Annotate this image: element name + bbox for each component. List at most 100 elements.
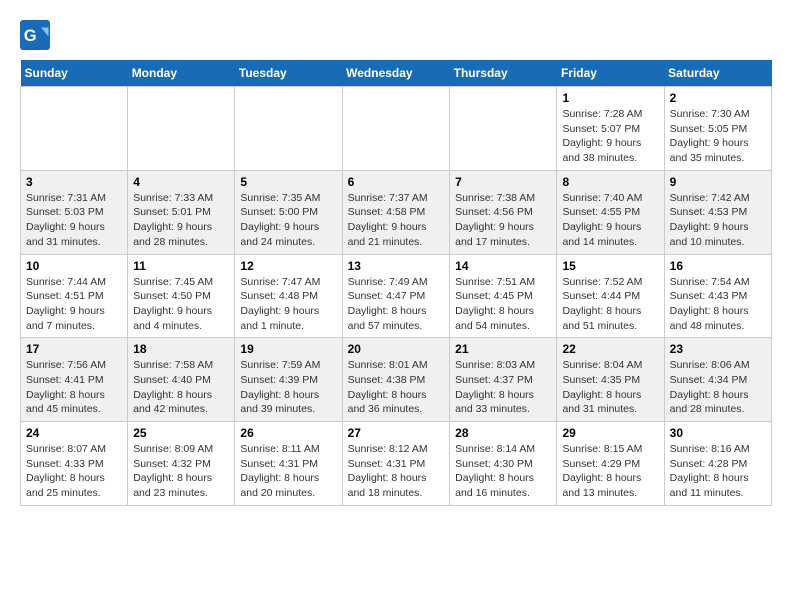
week-row-2: 3 Sunrise: 7:31 AM Sunset: 5:03 PM Daylig… <box>21 170 772 254</box>
day-info: Sunrise: 7:58 AM Sunset: 4:40 PM Dayligh… <box>133 358 229 417</box>
day-info: Sunrise: 8:14 AM Sunset: 4:30 PM Dayligh… <box>455 442 551 501</box>
day-number: 22 <box>562 342 658 356</box>
day-cell: 26 Sunrise: 8:11 AM Sunset: 4:31 PM Dayli… <box>235 422 342 506</box>
day-cell <box>342 87 450 171</box>
day-info: Sunrise: 7:40 AM Sunset: 4:55 PM Dayligh… <box>562 191 658 250</box>
day-cell: 18 Sunrise: 7:58 AM Sunset: 4:40 PM Dayli… <box>128 338 235 422</box>
weekday-sunday: Sunday <box>21 60 128 87</box>
day-info: Sunrise: 7:56 AM Sunset: 4:41 PM Dayligh… <box>26 358 122 417</box>
day-number: 10 <box>26 259 122 273</box>
logo-icon: G <box>20 20 50 50</box>
weekday-monday: Monday <box>128 60 235 87</box>
day-number: 17 <box>26 342 122 356</box>
day-info: Sunrise: 8:03 AM Sunset: 4:37 PM Dayligh… <box>455 358 551 417</box>
day-info: Sunrise: 8:16 AM Sunset: 4:28 PM Dayligh… <box>670 442 766 501</box>
day-info: Sunrise: 7:59 AM Sunset: 4:39 PM Dayligh… <box>240 358 336 417</box>
day-cell: 17 Sunrise: 7:56 AM Sunset: 4:41 PM Dayli… <box>21 338 128 422</box>
day-info: Sunrise: 8:04 AM Sunset: 4:35 PM Dayligh… <box>562 358 658 417</box>
day-cell <box>21 87 128 171</box>
day-cell: 20 Sunrise: 8:01 AM Sunset: 4:38 PM Dayli… <box>342 338 450 422</box>
day-cell: 28 Sunrise: 8:14 AM Sunset: 4:30 PM Dayli… <box>450 422 557 506</box>
day-number: 12 <box>240 259 336 273</box>
day-cell: 16Sunrise: 7:54 AM Sunset: 4:43 PM Dayli… <box>664 254 771 338</box>
day-number: 28 <box>455 426 551 440</box>
day-cell: 11 Sunrise: 7:45 AM Sunset: 4:50 PM Dayli… <box>128 254 235 338</box>
week-row-1: 1 Sunrise: 7:28 AM Sunset: 5:07 PM Daylig… <box>21 87 772 171</box>
day-number: 2 <box>670 91 766 105</box>
day-number: 18 <box>133 342 229 356</box>
day-number: 15 <box>562 259 658 273</box>
day-info: Sunrise: 7:30 AM Sunset: 5:05 PM Dayligh… <box>670 107 766 166</box>
day-info: Sunrise: 7:54 AM Sunset: 4:43 PM Dayligh… <box>670 275 766 334</box>
day-info: Sunrise: 8:07 AM Sunset: 4:33 PM Dayligh… <box>26 442 122 501</box>
day-cell: 1 Sunrise: 7:28 AM Sunset: 5:07 PM Daylig… <box>557 87 664 171</box>
day-cell <box>128 87 235 171</box>
day-cell: 23 Sunrise: 8:06 AM Sunset: 4:34 PM Dayli… <box>664 338 771 422</box>
day-cell: 7Sunrise: 7:38 AM Sunset: 4:56 PM Daylig… <box>450 170 557 254</box>
day-number: 8 <box>562 175 658 189</box>
day-info: Sunrise: 8:11 AM Sunset: 4:31 PM Dayligh… <box>240 442 336 501</box>
day-info: Sunrise: 7:33 AM Sunset: 5:01 PM Dayligh… <box>133 191 229 250</box>
day-cell <box>450 87 557 171</box>
day-number: 26 <box>240 426 336 440</box>
weekday-saturday: Saturday <box>664 60 771 87</box>
day-number: 20 <box>348 342 445 356</box>
day-cell: 25 Sunrise: 8:09 AM Sunset: 4:32 PM Dayli… <box>128 422 235 506</box>
week-row-3: 10Sunrise: 7:44 AM Sunset: 4:51 PM Dayli… <box>21 254 772 338</box>
day-info: Sunrise: 8:15 AM Sunset: 4:29 PM Dayligh… <box>562 442 658 501</box>
day-info: Sunrise: 7:42 AM Sunset: 4:53 PM Dayligh… <box>670 191 766 250</box>
day-cell: 13Sunrise: 7:49 AM Sunset: 4:47 PM Dayli… <box>342 254 450 338</box>
day-cell: 19 Sunrise: 7:59 AM Sunset: 4:39 PM Dayli… <box>235 338 342 422</box>
day-cell: 6 Sunrise: 7:37 AM Sunset: 4:58 PM Daylig… <box>342 170 450 254</box>
day-cell: 12 Sunrise: 7:47 AM Sunset: 4:48 PM Dayli… <box>235 254 342 338</box>
day-number: 25 <box>133 426 229 440</box>
day-info: Sunrise: 7:45 AM Sunset: 4:50 PM Dayligh… <box>133 275 229 334</box>
day-info: Sunrise: 7:31 AM Sunset: 5:03 PM Dayligh… <box>26 191 122 250</box>
day-number: 30 <box>670 426 766 440</box>
day-info: Sunrise: 7:51 AM Sunset: 4:45 PM Dayligh… <box>455 275 551 334</box>
day-info: Sunrise: 7:28 AM Sunset: 5:07 PM Dayligh… <box>562 107 658 166</box>
day-info: Sunrise: 7:52 AM Sunset: 4:44 PM Dayligh… <box>562 275 658 334</box>
day-number: 5 <box>240 175 336 189</box>
day-cell: 27Sunrise: 8:12 AM Sunset: 4:31 PM Dayli… <box>342 422 450 506</box>
day-cell: 21 Sunrise: 8:03 AM Sunset: 4:37 PM Dayli… <box>450 338 557 422</box>
day-info: Sunrise: 8:01 AM Sunset: 4:38 PM Dayligh… <box>348 358 445 417</box>
day-number: 21 <box>455 342 551 356</box>
day-number: 9 <box>670 175 766 189</box>
day-cell: 15 Sunrise: 7:52 AM Sunset: 4:44 PM Dayli… <box>557 254 664 338</box>
day-cell: 29Sunrise: 8:15 AM Sunset: 4:29 PM Dayli… <box>557 422 664 506</box>
day-cell: 9 Sunrise: 7:42 AM Sunset: 4:53 PM Daylig… <box>664 170 771 254</box>
day-number: 24 <box>26 426 122 440</box>
day-info: Sunrise: 8:06 AM Sunset: 4:34 PM Dayligh… <box>670 358 766 417</box>
day-info: Sunrise: 7:37 AM Sunset: 4:58 PM Dayligh… <box>348 191 445 250</box>
calendar-table: SundayMondayTuesdayWednesdayThursdayFrid… <box>20 60 772 506</box>
day-cell: 4 Sunrise: 7:33 AM Sunset: 5:01 PM Daylig… <box>128 170 235 254</box>
day-cell: 10Sunrise: 7:44 AM Sunset: 4:51 PM Dayli… <box>21 254 128 338</box>
weekday-header-row: SundayMondayTuesdayWednesdayThursdayFrid… <box>21 60 772 87</box>
day-number: 6 <box>348 175 445 189</box>
day-number: 3 <box>26 175 122 189</box>
day-cell: 24 Sunrise: 8:07 AM Sunset: 4:33 PM Dayli… <box>21 422 128 506</box>
day-number: 11 <box>133 259 229 273</box>
day-info: Sunrise: 7:49 AM Sunset: 4:47 PM Dayligh… <box>348 275 445 334</box>
week-row-5: 24 Sunrise: 8:07 AM Sunset: 4:33 PM Dayli… <box>21 422 772 506</box>
week-row-4: 17 Sunrise: 7:56 AM Sunset: 4:41 PM Dayli… <box>21 338 772 422</box>
day-info: Sunrise: 8:09 AM Sunset: 4:32 PM Dayligh… <box>133 442 229 501</box>
day-number: 23 <box>670 342 766 356</box>
day-number: 19 <box>240 342 336 356</box>
day-cell: 5 Sunrise: 7:35 AM Sunset: 5:00 PM Daylig… <box>235 170 342 254</box>
day-cell: 30 Sunrise: 8:16 AM Sunset: 4:28 PM Dayli… <box>664 422 771 506</box>
day-number: 7 <box>455 175 551 189</box>
day-info: Sunrise: 7:35 AM Sunset: 5:00 PM Dayligh… <box>240 191 336 250</box>
weekday-tuesday: Tuesday <box>235 60 342 87</box>
day-number: 14 <box>455 259 551 273</box>
day-number: 4 <box>133 175 229 189</box>
weekday-friday: Friday <box>557 60 664 87</box>
day-cell <box>235 87 342 171</box>
day-number: 1 <box>562 91 658 105</box>
page-header: G <box>20 20 772 50</box>
day-info: Sunrise: 8:12 AM Sunset: 4:31 PM Dayligh… <box>348 442 445 501</box>
logo: G <box>20 20 54 50</box>
weekday-wednesday: Wednesday <box>342 60 450 87</box>
day-info: Sunrise: 7:47 AM Sunset: 4:48 PM Dayligh… <box>240 275 336 334</box>
